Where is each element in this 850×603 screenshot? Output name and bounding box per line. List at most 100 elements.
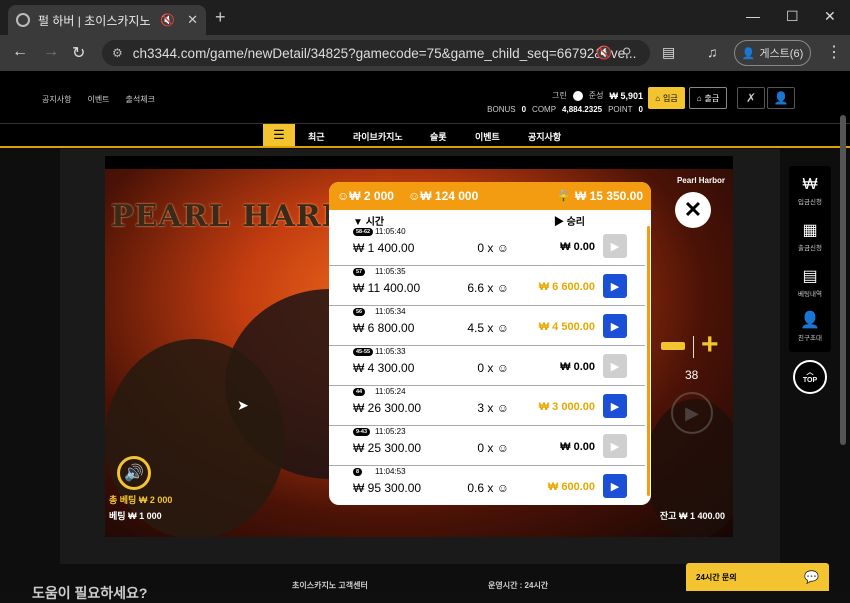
smiley-icon: ☺ [496,241,509,255]
nav-event[interactable]: 이벤트 [475,130,500,143]
game-frame[interactable]: PEARL HARBOR Pearl Harbor ☺ ₩ 2 000 ☺ ₩ … [105,156,733,537]
quick-sidebar: ₩ 입금신청 ▦ 출금신청 ▤ 베팅내역 👤 친구초대 [789,166,831,352]
round-multiplier: 3 x ☺ [459,401,509,415]
profile-button[interactable]: 👤 게스트(6) [734,40,811,66]
round-amount: ₩ 25 300.00 [353,441,422,455]
reload-icon[interactable]: ↻ [72,43,85,63]
bet-divider [693,336,694,358]
profile-icon: 👤 [741,47,756,60]
total-bet-label: 총 베팅 [109,495,137,505]
sidebar-item-bet-history[interactable]: ▤ 베팅내역 [789,266,831,298]
nav-live-casino[interactable]: 라이브카지노 [353,130,403,143]
replay-button[interactable]: ▶ [603,274,627,298]
total-bet: 총 베팅 ₩ 2 000 [109,493,172,506]
deposit-label: 입금 [663,93,678,103]
play-icon: ▶ [610,320,620,333]
user-grade: 그린 [552,91,567,100]
round-badge: 45-55 [353,348,374,356]
nav-notice[interactable]: 공지사항 [528,130,561,143]
document-icon: ▤ [802,268,818,285]
sidebar-label: 입금신청 [798,199,822,206]
history-row: 58-62 11:05:40 ₩ 1 400.00 0 x ☺ ₩ 0.00 ▶ [329,226,645,266]
game-balance: 잔고 ₩ 1 400.00 [660,509,725,522]
replay-button[interactable]: ▶ [603,434,627,458]
bet-level: 38 [685,368,699,382]
replay-button[interactable]: ▶ [603,354,627,378]
top-link-attendance[interactable]: 출석체크 [126,94,155,105]
main-nav [0,123,850,148]
settings-button[interactable]: ✗ [737,87,765,109]
hamburger-menu-icon[interactable]: ☰ [263,124,295,146]
sidebar-item-withdraw[interactable]: ▦ 출금신청 [789,220,831,252]
account-button[interactable]: 👤 [767,87,795,109]
nav-recent[interactable]: 최근 [308,130,325,143]
withdraw-button[interactable]: ⌂ 출금 [689,87,727,109]
game-brand: Pearl Harbor [676,176,725,185]
play-icon: ▶ [610,400,620,413]
mute-icon[interactable]: 🔇 [160,13,175,27]
browser-menu-icon[interactable]: ⋮ [826,42,842,62]
replay-button[interactable]: ▶ [603,314,627,338]
back-icon[interactable]: ← [12,43,28,61]
bet-increase-button[interactable]: + [701,330,719,360]
chat-button[interactable]: 24시간 문의 💬 [686,563,829,591]
page-scrollbar[interactable] [840,115,846,445]
top-link-notice[interactable]: 공지사항 [42,94,71,105]
tools-icon: ✗ [745,91,757,105]
close-window-button[interactable]: ✕ [824,8,836,25]
user-info: 그린 준성 ₩ 5,901 BONUS 0 COMP 4,884.2325 POIN… [483,89,643,117]
sound-button[interactable]: 🔊 [117,456,151,490]
reading-list-icon[interactable]: ▤ [662,44,675,61]
forward-icon[interactable]: → [43,43,59,61]
round-badge: 57 [353,268,366,276]
close-tab-icon[interactable]: ✕ [187,12,198,28]
replay-button[interactable]: ▶ [603,234,627,258]
site-info-icon[interactable]: ⚙ [112,46,123,60]
maximize-button[interactable]: ☐ [786,8,799,25]
zoom-icon[interactable]: ⚲ [622,45,632,61]
scroll-top-button[interactable]: ︿ TOP [793,360,827,394]
history-row: 56 11:05:34 ₩ 6 800.00 4.5 x ☺ ₩ 4 500.00 ▶ [329,306,645,346]
history-row: 57 11:05:35 ₩ 11 400.00 6.6 x ☺ ₩ 6 600.00 ▶ [329,266,645,306]
spin-button[interactable]: ▶ [671,392,713,434]
round-badge: 8 [353,468,363,476]
new-tab-button[interactable]: + [215,7,226,28]
nav-slot[interactable]: 슬롯 [430,130,447,143]
media-control-icon[interactable]: ♫ [707,44,718,60]
replay-button[interactable]: ▶ [603,394,627,418]
history-panel: ☺ ₩ 2 000 ☺ ₩ 124 000 🔒 ₩ 15 350.00 ▼ 시간… [329,182,651,505]
summary-bet: ₩ 2 000 [349,189,394,203]
multiplier-value: 0 x [477,241,494,255]
browser-tab[interactable]: 펄 하버 | 초이스카지노 🔇 ✕ [8,5,206,35]
multiplier-value: 0 x [477,441,494,455]
multiplier-value: 6.6 x [467,281,494,295]
top-link-event[interactable]: 이벤트 [87,94,109,105]
minimize-button[interactable]: — [746,8,760,24]
mute-site-icon[interactable]: 🔇 [596,45,612,61]
replay-button[interactable]: ▶ [603,474,627,498]
multiplier-value: 0.6 x [467,481,494,495]
round-multiplier: 6.6 x ☺ [459,281,509,295]
deposit-icon: ⌂ [655,93,661,103]
sidebar-item-invite[interactable]: 👤 친구초대 [789,310,831,342]
user-icon: 👤 [773,91,789,105]
deposit-button[interactable]: ⌂ 입금 [648,87,685,109]
footer-help: 도움이 필요하세요? [32,585,148,601]
sidebar-label: 친구초대 [798,335,822,342]
mouse-cursor-icon: ➤ [237,397,249,413]
address-bar[interactable]: ⚙ ch3344.com/game/newDetail/34825?gameco… [102,40,650,66]
round-multiplier: 0 x ☺ [459,361,509,375]
smiley-icon: ☺ [496,401,509,415]
history-row: 8 11:04:53 ₩ 95 300.00 0.6 x ☺ ₩ 600.00 ▶ [329,466,645,505]
round-time: 11:05:24 [375,387,406,396]
close-history-button[interactable]: ✕ [675,192,711,228]
chevron-up-icon: ︿ [806,369,814,376]
point-value: 0 [638,105,643,114]
play-icon: ▶ [610,280,620,293]
sidebar-item-deposit[interactable]: ₩ 입금신청 [789,176,831,206]
round-win: ₩ 0.00 [560,441,595,453]
play-icon: ▶ [685,402,699,423]
history-scrollbar[interactable] [647,226,650,496]
multiplier-value: 3 x [477,401,494,415]
bet-decrease-button[interactable] [661,342,685,350]
